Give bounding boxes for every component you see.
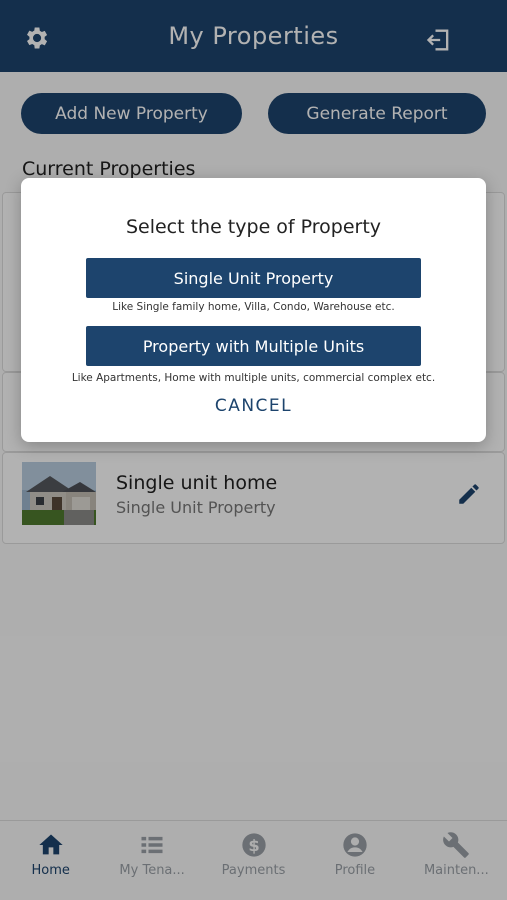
property-type-dialog: Select the type of Property Single Unit …	[21, 178, 486, 442]
dialog-title: Select the type of Property	[125, 216, 382, 238]
multiple-units-property-button[interactable]: Property with Multiple Units	[86, 326, 421, 366]
single-unit-note: Like Single family home, Villa, Condo, W…	[112, 301, 395, 313]
cancel-button[interactable]: CANCEL	[21, 396, 486, 416]
multiple-units-note: Like Apartments, Home with multiple unit…	[71, 372, 436, 384]
single-unit-property-button[interactable]: Single Unit Property	[86, 258, 421, 298]
modal-backdrop[interactable]	[0, 0, 507, 900]
